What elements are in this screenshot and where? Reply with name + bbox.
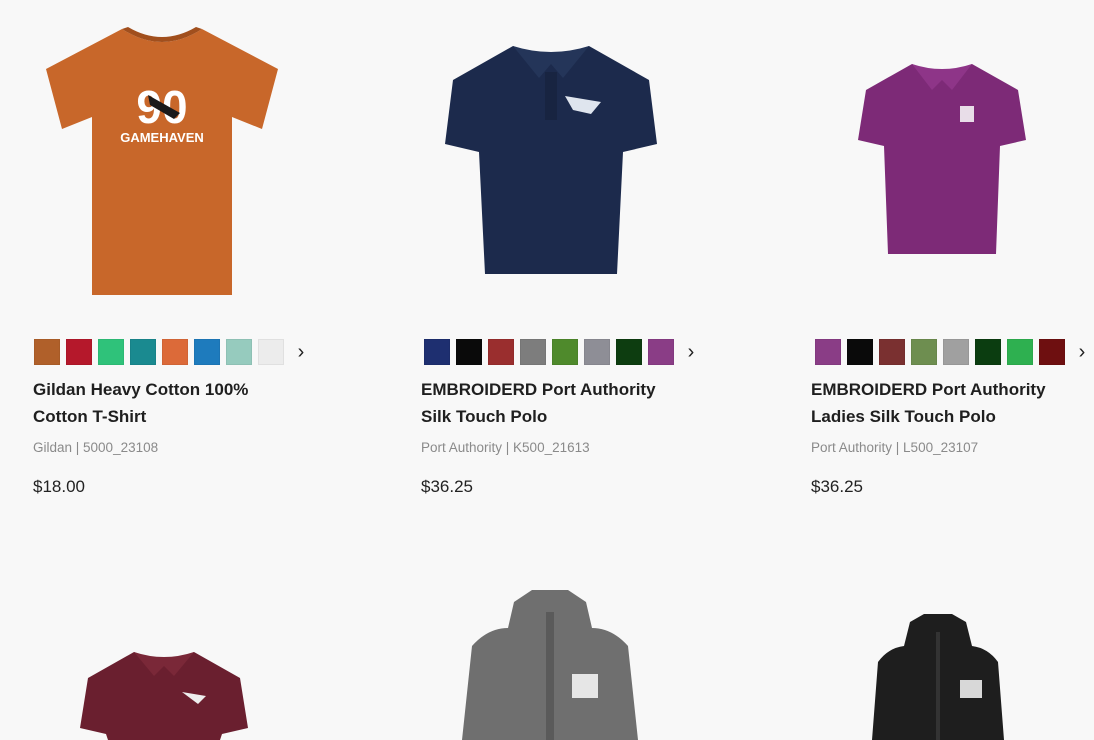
product-image-3[interactable] xyxy=(856,60,1028,258)
maroon-polo-image xyxy=(80,652,248,740)
product-price-3: $36.25 xyxy=(811,477,863,496)
product-title-line: Cotton T-Shirt xyxy=(33,407,147,426)
color-swatch[interactable] xyxy=(34,339,60,365)
product-title-line: EMBROIDERD Port Authority xyxy=(421,380,656,399)
color-swatch[interactable] xyxy=(552,339,578,365)
color-swatch[interactable] xyxy=(847,339,873,365)
product-price-2: $36.25 xyxy=(421,477,473,496)
product-brand-sku-2: Port Authority | K500_21613 xyxy=(421,440,590,455)
color-swatches-1: › xyxy=(34,339,310,365)
product-image-6[interactable] xyxy=(870,612,1006,740)
color-swatch[interactable] xyxy=(616,339,642,365)
chevron-right-icon[interactable]: › xyxy=(292,339,310,365)
color-swatch[interactable] xyxy=(258,339,284,365)
product-title-1[interactable]: Gildan Heavy Cotton 100% Cotton T-Shirt xyxy=(33,376,363,430)
product-image-4[interactable] xyxy=(78,648,250,740)
color-swatch[interactable] xyxy=(584,339,610,365)
color-swatches-3: › xyxy=(815,339,1091,365)
product-title-line: Gildan Heavy Cotton 100% xyxy=(33,380,249,399)
product-title-line: Silk Touch Polo xyxy=(421,407,548,426)
color-swatch[interactable] xyxy=(879,339,905,365)
color-swatch[interactable] xyxy=(488,339,514,365)
product-image-1[interactable]: 90 GAMEHAVEN xyxy=(40,25,285,300)
black-vest-image xyxy=(872,614,1004,740)
product-title-2[interactable]: EMBROIDERD Port Authority Silk Touch Pol… xyxy=(421,376,751,430)
color-swatch[interactable] xyxy=(66,339,92,365)
color-swatch[interactable] xyxy=(456,339,482,365)
color-swatch[interactable] xyxy=(1007,339,1033,365)
chevron-right-icon[interactable]: › xyxy=(1073,339,1091,365)
gray-fleece-vest-image xyxy=(462,590,638,740)
color-swatch[interactable] xyxy=(162,339,188,365)
product-title-line: EMBROIDERD Port Authority xyxy=(811,380,1046,399)
product-price-1: $18.00 xyxy=(33,477,85,496)
product-grid: 90 GAMEHAVEN › Gildan Heavy Cotton 100% … xyxy=(0,0,1094,740)
color-swatch[interactable] xyxy=(424,339,450,365)
color-swatch[interactable] xyxy=(98,339,124,365)
product-image-2[interactable] xyxy=(443,40,659,280)
navy-polo-image xyxy=(445,46,657,274)
product-title-line: Ladies Silk Touch Polo xyxy=(811,407,996,426)
color-swatch[interactable] xyxy=(520,339,546,365)
color-swatch[interactable] xyxy=(975,339,1001,365)
product-image-5[interactable] xyxy=(460,588,640,740)
color-swatch[interactable] xyxy=(815,339,841,365)
color-swatch[interactable] xyxy=(648,339,674,365)
color-swatch[interactable] xyxy=(130,339,156,365)
tshirt-logo-text: GAMEHAVEN xyxy=(120,130,204,145)
color-swatch[interactable] xyxy=(911,339,937,365)
purple-polo-image xyxy=(858,64,1026,254)
color-swatch[interactable] xyxy=(943,339,969,365)
chevron-right-icon[interactable]: › xyxy=(682,339,700,365)
color-swatch[interactable] xyxy=(226,339,252,365)
color-swatch[interactable] xyxy=(1039,339,1065,365)
product-title-3[interactable]: EMBROIDERD Port Authority Ladies Silk To… xyxy=(811,376,1094,430)
product-brand-sku-3: Port Authority | L500_23107 xyxy=(811,440,979,455)
product-brand-sku-1: Gildan | 5000_23108 xyxy=(33,440,159,455)
color-swatches-2: › xyxy=(424,339,700,365)
orange-t-shirt-image: 90 GAMEHAVEN xyxy=(46,27,278,295)
color-swatch[interactable] xyxy=(194,339,220,365)
